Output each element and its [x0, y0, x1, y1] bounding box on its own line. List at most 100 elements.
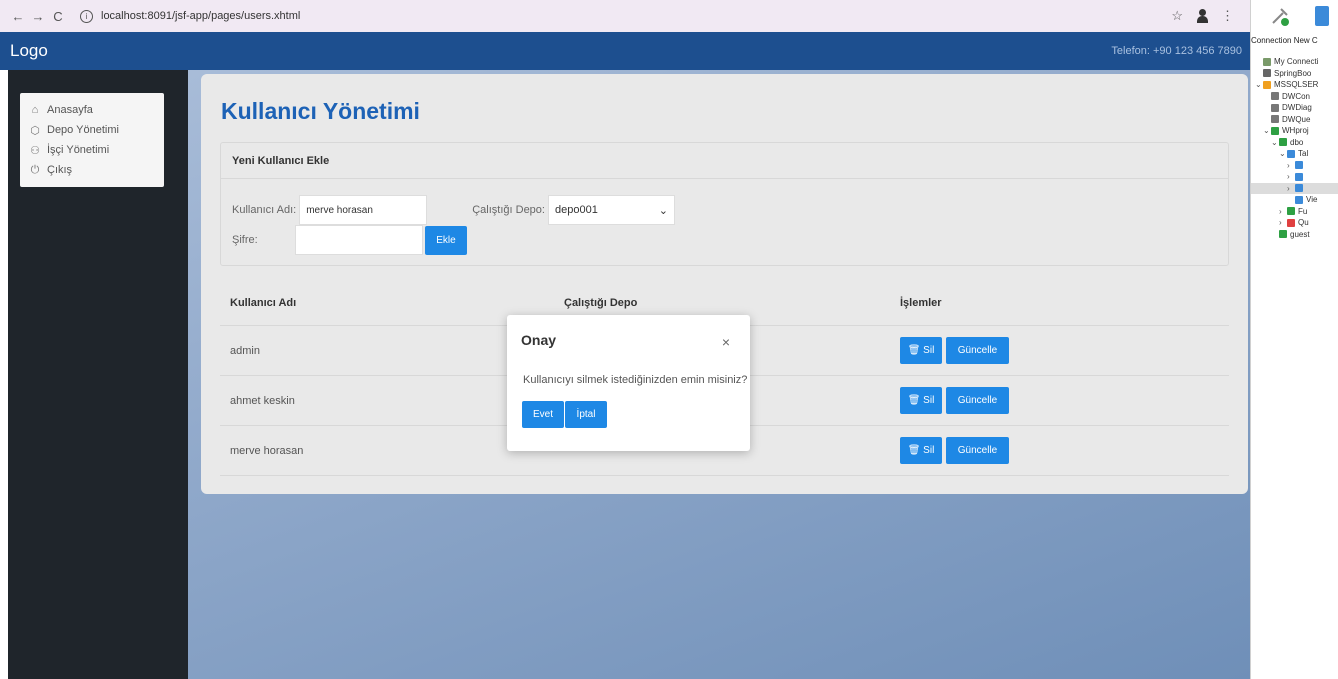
column-header-actions: İşlemler [900, 297, 942, 309]
confirm-yes-button[interactable]: Evet [522, 401, 564, 428]
column-header-depot: Çalıştığı Depo [564, 297, 638, 309]
site-info-icon[interactable]: i [80, 9, 93, 23]
tree-item[interactable]: › [1251, 160, 1338, 172]
tree-item-label: dbo [1290, 137, 1304, 147]
chevron-icon[interactable]: ⌄ [1263, 126, 1271, 135]
sidebar-item-isci-yonetimi[interactable]: ⚇ İşçi Yönetimi [28, 140, 156, 160]
db-object-icon [1271, 115, 1279, 124]
update-button[interactable]: Güncelle [946, 437, 1009, 464]
delete-label: Sil [923, 445, 935, 456]
db-explorer-panel: Connection New C My Connecti SpringBoo ⌄ MS… [1250, 0, 1338, 679]
password-input[interactable] [295, 225, 423, 255]
chevron-icon[interactable]: ⌄ [1271, 138, 1279, 147]
chevron-icon[interactable]: › [1279, 207, 1287, 216]
delete-button[interactable]: 🗑 Sil [900, 387, 942, 414]
bookmark-star-icon[interactable]: ☆ [1171, 8, 1183, 24]
tree-item[interactable]: DWDiag [1251, 102, 1338, 114]
depot-select[interactable]: depo001 ⌄ [547, 195, 675, 225]
tree-item-label: WHproj [1282, 126, 1309, 136]
tree-item-label: DWCon [1282, 91, 1311, 101]
close-icon[interactable]: × [722, 334, 730, 350]
chevron-icon[interactable]: › [1287, 161, 1295, 170]
tree-item[interactable]: › [1251, 171, 1338, 183]
db-object-icon [1271, 126, 1279, 135]
delete-label: Sil [923, 395, 935, 406]
phone-text: Telefon: +90 123 456 7890 [1111, 45, 1242, 57]
tree-item[interactable]: SpringBoo [1251, 68, 1338, 80]
chevron-icon[interactable]: › [1279, 218, 1287, 227]
address-bar[interactable]: i localhost:8091/jsf-app/pages/users.xht… [74, 4, 1171, 28]
delete-button[interactable]: 🗑 Sil [900, 337, 942, 364]
db-object-icon [1263, 80, 1271, 89]
username-value: merve horasan [306, 204, 373, 216]
chevron-down-icon: ⌄ [658, 204, 668, 217]
back-icon[interactable]: ← [8, 9, 28, 24]
sidebar: ⌂ Anasayfa ⬡ Depo Yönetimi ⚇ İşçi Yöneti… [8, 70, 188, 679]
update-button[interactable]: Güncelle [946, 387, 1009, 414]
update-button[interactable]: Güncelle [946, 337, 1009, 364]
connection-icon[interactable] [1269, 5, 1291, 27]
chevron-icon[interactable]: › [1287, 172, 1295, 181]
trash-icon: 🗑 [907, 445, 924, 456]
tree-item[interactable]: ⌄ Tal [1251, 148, 1338, 160]
db-object-icon [1287, 218, 1295, 227]
username-input[interactable]: merve horasan [299, 195, 428, 225]
sidebar-item-label: Çıkış [47, 164, 73, 176]
reload-icon[interactable]: C [48, 9, 68, 24]
tree-item-label: My Connecti [1274, 57, 1319, 67]
tree-item[interactable]: DWCon [1251, 91, 1338, 103]
add-user-panel-header: Yeni Kullanıcı Ekle [221, 143, 1228, 179]
tree-item[interactable]: DWQue [1251, 114, 1338, 126]
chevron-icon[interactable]: › [1287, 184, 1295, 193]
db-object-icon [1279, 138, 1287, 147]
password-label: Şifre: [232, 234, 258, 246]
db-object-icon [1287, 207, 1295, 216]
delete-button[interactable]: 🗑 Sil [900, 437, 942, 464]
tree-item-label: DWQue [1282, 114, 1311, 124]
tree-item-label: Tal [1298, 149, 1309, 159]
forward-icon[interactable]: → [28, 9, 48, 24]
cancel-button[interactable]: İptal [565, 401, 607, 428]
tree-item-label: MSSQLSER [1274, 80, 1319, 90]
confirm-dialog: Onay × Kullanıcıyı silmek istediğinizden… [507, 315, 750, 451]
db-object-icon [1295, 161, 1303, 170]
profile-icon[interactable] [1197, 9, 1208, 23]
tree-item[interactable]: › Fu [1251, 206, 1338, 218]
db-toolbar-labels: Connection New C [1251, 36, 1318, 45]
power-icon: ⏻ [30, 163, 40, 176]
sidebar-item-anasayfa[interactable]: ⌂ Anasayfa [28, 100, 156, 120]
browser-menu-icon[interactable]: ⋮ [1221, 8, 1234, 24]
new-connection-icon[interactable] [1315, 6, 1329, 26]
sidebar-item-cikis[interactable]: ⏻ Çıkış [28, 160, 156, 180]
tree-item[interactable]: ⌄ MSSQLSER [1251, 79, 1338, 91]
db-object-icon [1295, 195, 1303, 204]
chevron-icon[interactable]: ⌄ [1279, 149, 1287, 158]
sidebar-item-label: Anasayfa [47, 104, 93, 116]
page-title: Kullanıcı Yönetimi [221, 98, 420, 124]
db-object-icon [1295, 172, 1303, 181]
depot-label: Çalıştığı Depo: [472, 204, 545, 216]
tree-item[interactable]: My Connecti [1251, 56, 1338, 68]
tree-item[interactable]: › [1251, 182, 1338, 194]
db-object-icon [1279, 230, 1287, 239]
app-header: Logo Telefon: +90 123 456 7890 [0, 32, 1250, 70]
logo[interactable]: Logo [10, 41, 48, 61]
tree-item[interactable]: › Qu [1251, 217, 1338, 229]
sidebar-menu: ⌂ Anasayfa ⬡ Depo Yönetimi ⚇ İşçi Yöneti… [20, 93, 164, 187]
tree-item-label: Qu [1298, 218, 1309, 228]
tree-item[interactable]: guest [1251, 229, 1338, 241]
chevron-icon[interactable]: ⌄ [1255, 80, 1263, 89]
box-icon: ⬡ [30, 124, 40, 137]
url-text: localhost:8091/jsf-app/pages/users.xhtml [101, 10, 301, 22]
db-object-icon [1271, 103, 1279, 112]
tree-item[interactable]: ⌄ WHproj [1251, 125, 1338, 137]
users-icon: ⚇ [30, 144, 40, 157]
tree-item[interactable]: Vie [1251, 194, 1338, 206]
sidebar-item-depo-yonetimi[interactable]: ⬡ Depo Yönetimi [28, 120, 156, 140]
tree-item[interactable]: ⌄ dbo [1251, 137, 1338, 149]
db-object-icon [1271, 92, 1279, 101]
db-object-icon [1287, 149, 1295, 158]
add-button[interactable]: Ekle [425, 225, 467, 255]
delete-label: Sil [923, 345, 935, 356]
home-icon: ⌂ [31, 104, 39, 116]
